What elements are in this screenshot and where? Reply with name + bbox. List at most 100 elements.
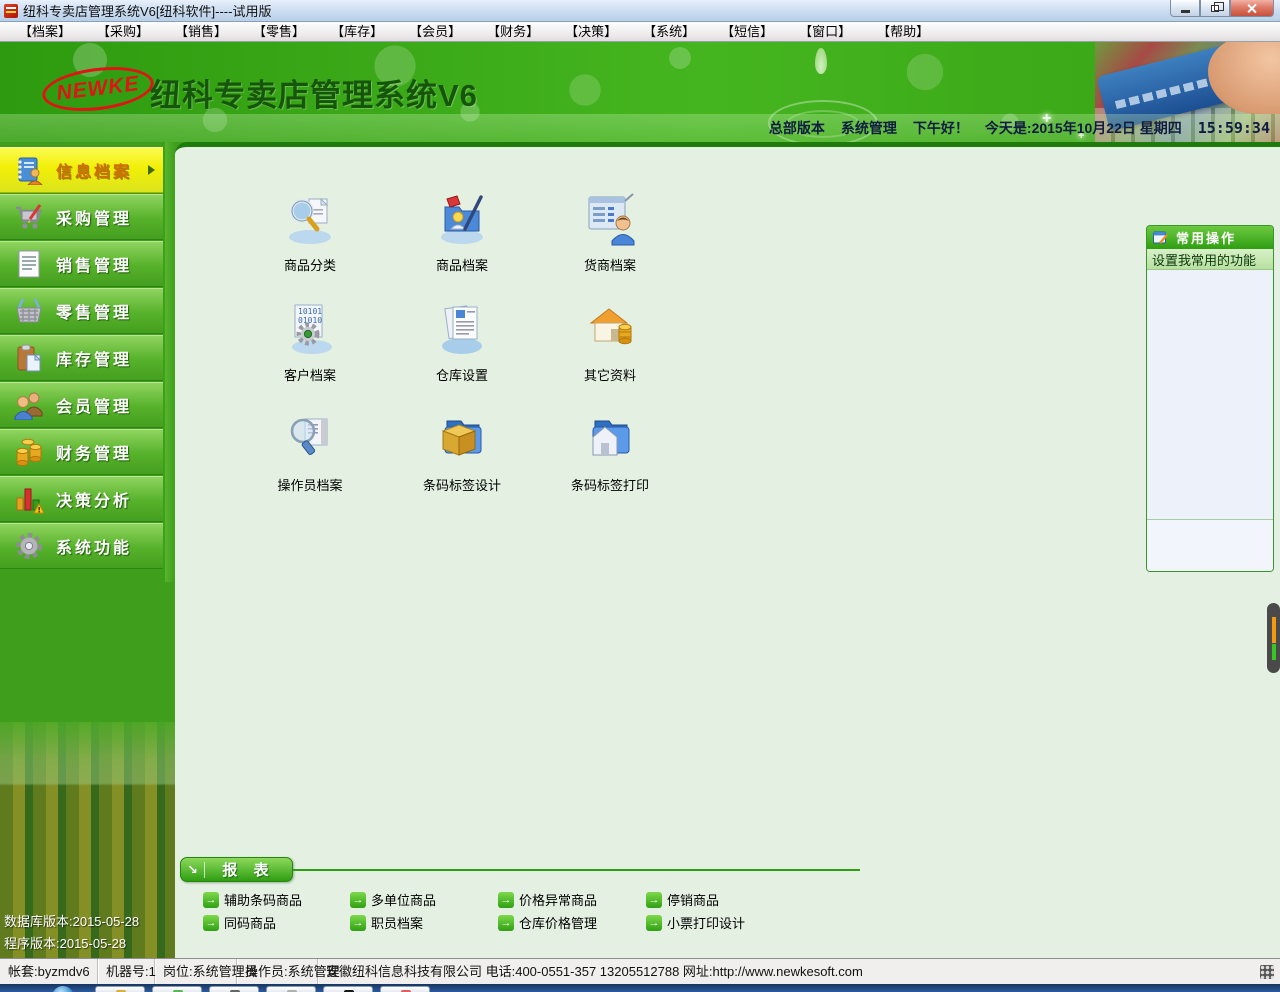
menu-members[interactable]: 【会员】 <box>396 22 474 41</box>
close-button[interactable] <box>1230 0 1274 17</box>
account-label: 帐套:byzmdv6 <box>0 959 98 985</box>
quick-panel-title: 常用操作 <box>1176 228 1236 247</box>
sidebar-item-label: 会员管理 <box>56 393 132 417</box>
droplet-decoration <box>815 48 827 74</box>
report-link-abnormal-price[interactable]: → 价格异常商品 <box>498 890 597 909</box>
edition-label: 总部版本 <box>769 118 825 138</box>
sidebar-item-system[interactable]: 系统功能 <box>0 523 163 569</box>
quick-panel-footer <box>1147 519 1273 571</box>
menu-sms[interactable]: 【短信】 <box>708 22 786 41</box>
titlebar: 纽科专卖店管理系统V6[纽科软件]----试用版 <box>0 0 1280 22</box>
tile-customer-archive[interactable]: 1010101010 客户档案 <box>245 301 375 384</box>
reports-title: 报 表 <box>205 859 292 880</box>
company-info-label: 安徽纽科信息科技有限公司 电话:400-0551-357 13205512788… <box>318 959 1260 985</box>
tile-label: 商品档案 <box>397 255 527 274</box>
report-link-same-code[interactable]: → 同码商品 <box>203 913 276 932</box>
report-link-multi-unit[interactable]: → 多单位商品 <box>350 890 436 909</box>
sidebar-item-retail[interactable]: 零售管理 <box>0 288 163 334</box>
taskbar-button[interactable] <box>266 986 316 992</box>
house-coins-icon <box>581 301 639 357</box>
app-version-label: 程序版本:2015-05-28 <box>4 933 126 952</box>
role-label: 系统管理 <box>841 118 897 138</box>
sidebar-item-finance[interactable]: 财务管理 <box>0 429 163 475</box>
folder-label-icon <box>581 411 639 467</box>
taskbar-button[interactable] <box>152 986 202 992</box>
clock-label: 15:59:34 <box>1198 119 1270 137</box>
restore-button[interactable] <box>1200 0 1230 17</box>
taskbar-button[interactable] <box>95 986 145 992</box>
tile-operator-archive[interactable]: 操作员档案 <box>245 411 375 494</box>
report-link-staff-archive[interactable]: → 职员档案 <box>350 913 423 932</box>
tile-label: 商品分类 <box>245 255 375 274</box>
magnifier-document-icon <box>281 191 339 247</box>
tile-label: 仓库设置 <box>397 365 527 384</box>
sidebar-item-members[interactable]: 会员管理 <box>0 382 163 428</box>
taskbar-button[interactable] <box>323 986 373 992</box>
newke-logo: NEWKE <box>40 61 156 116</box>
report-link-warehouse-price[interactable]: → 仓库价格管理 <box>498 913 597 932</box>
sidebar-item-info-archive[interactable]: 信息档案 <box>0 147 163 193</box>
machine-label: 机器号:1 <box>98 959 155 985</box>
taskbar-button[interactable] <box>209 986 259 992</box>
reports-header-button[interactable]: ↘ 报 表 <box>180 857 293 882</box>
tile-other-data[interactable]: 其它资料 <box>545 301 675 384</box>
menu-inventory[interactable]: 【库存】 <box>318 22 396 41</box>
sidebar-item-sales[interactable]: 销售管理 <box>0 241 163 287</box>
documents-icon <box>433 301 491 357</box>
main-area: 商品分类 商品档案 货商档案 1010101010 客户档案 仓库设置 <box>175 142 1280 958</box>
arrow-right-icon: → <box>646 915 662 931</box>
sidebar-item-label: 库存管理 <box>56 346 132 370</box>
tile-supplier-archive[interactable]: 货商档案 <box>545 191 675 274</box>
menu-finance[interactable]: 【财务】 <box>474 22 552 41</box>
report-link-discontinued[interactable]: → 停销商品 <box>646 890 719 909</box>
menu-retail[interactable]: 【零售】 <box>240 22 318 41</box>
sidebar-item-analysis[interactable]: 决策分析 <box>0 476 163 522</box>
tile-label: 其它资料 <box>545 365 675 384</box>
report-link-receipt-design[interactable]: → 小票打印设计 <box>646 913 745 932</box>
quick-panel-header: 常用操作 <box>1147 226 1273 249</box>
svg-text:01010: 01010 <box>298 316 322 325</box>
statusbar: 帐套:byzmdv6 机器号:1 岗位:系统管理员 操作员:系统管理 安徽纽科信… <box>0 958 1280 984</box>
tile-label: 货商档案 <box>545 255 675 274</box>
coins-icon <box>12 435 46 469</box>
menu-purchase[interactable]: 【采购】 <box>84 22 162 41</box>
sidebar-item-inventory[interactable]: 库存管理 <box>0 335 163 381</box>
banner-status-strip: 总部版本 系统管理 下午好！ 今天是:2015年10月22日 星期四 15:59… <box>0 114 1280 142</box>
tile-goods-archive[interactable]: 商品档案 <box>397 191 527 274</box>
banner-title: 纽科专卖店管理系统V6 <box>150 70 478 115</box>
tile-barcode-label-design[interactable]: 条码标签设计 <box>397 411 527 494</box>
menu-window[interactable]: 【窗口】 <box>786 22 864 41</box>
quick-panel-body <box>1147 270 1273 519</box>
taskbar <box>0 984 1280 992</box>
menu-sales[interactable]: 【销售】 <box>162 22 240 41</box>
minimize-button[interactable] <box>1170 0 1200 17</box>
menu-archive[interactable]: 【档案】 <box>6 22 84 41</box>
arrow-right-icon: → <box>498 892 514 908</box>
magnifier-page-icon <box>281 411 339 467</box>
chart-warning-icon <box>12 482 46 516</box>
sidebar-item-purchase[interactable]: 采购管理 <box>0 194 163 240</box>
basket-icon <box>12 294 46 328</box>
svg-text:10101: 10101 <box>298 307 322 316</box>
operator-label: 操作员:系统管理 <box>237 959 318 985</box>
tile-warehouse-setup[interactable]: 仓库设置 <box>397 301 527 384</box>
cart-pencil-icon <box>12 200 46 234</box>
arrow-right-icon: → <box>646 892 662 908</box>
banner: + + + + NEWKE 纽科专卖店管理系统V6 总部版本 系统管理 下午好！… <box>0 42 1280 142</box>
tile-label: 操作员档案 <box>245 475 375 494</box>
menu-system[interactable]: 【系统】 <box>630 22 708 41</box>
report-link-aux-barcode[interactable]: → 辅助条码商品 <box>203 890 302 909</box>
set-favorites-action[interactable]: 设置我常用的功能 <box>1147 249 1273 270</box>
start-orb[interactable] <box>52 986 74 992</box>
window-pencil-icon <box>1153 231 1168 245</box>
close-icon <box>1247 3 1257 13</box>
sidebar-item-label: 决策分析 <box>56 487 132 511</box>
tile-goods-category[interactable]: 商品分类 <box>245 191 375 274</box>
menu-help[interactable]: 【帮助】 <box>864 22 942 41</box>
tile-barcode-label-print[interactable]: 条码标签打印 <box>545 411 675 494</box>
sidebar-item-label: 销售管理 <box>56 252 132 276</box>
taskbar-button[interactable] <box>380 986 430 992</box>
scrollbar-thumb[interactable] <box>1267 603 1280 673</box>
menu-decision[interactable]: 【决策】 <box>552 22 630 41</box>
newke-logo-text: NEWKE <box>55 72 140 106</box>
